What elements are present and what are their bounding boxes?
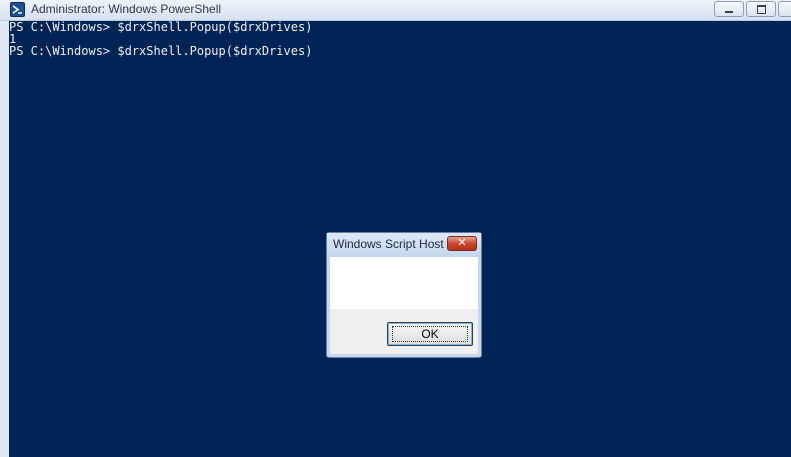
ok-button[interactable]: OK bbox=[387, 322, 473, 346]
console-output: PS C:\Windows> $drxShell.Popup($drxDrive… bbox=[9, 21, 312, 57]
dialog-title: Windows Script Host bbox=[333, 237, 444, 251]
powershell-icon[interactable] bbox=[10, 2, 25, 17]
maximize-button[interactable] bbox=[746, 1, 776, 17]
dialog-footer: OK bbox=[330, 309, 478, 354]
dialog-close-button[interactable]: ✕ bbox=[447, 236, 477, 251]
console-line: PS C:\Windows> $drxShell.Popup($drxDrive… bbox=[9, 20, 313, 34]
minimize-button[interactable] bbox=[714, 1, 744, 17]
close-button[interactable] bbox=[778, 1, 791, 17]
close-icon: ✕ bbox=[457, 236, 467, 249]
popup-dialog: Windows Script Host ✕ OK bbox=[326, 232, 482, 358]
console-line: PS C:\Windows> $drxShell.Popup($drxDrive… bbox=[9, 44, 313, 58]
window-title: Administrator: Windows PowerShell bbox=[31, 2, 222, 16]
dialog-message-area bbox=[330, 257, 478, 309]
dialog-title-bar[interactable]: Windows Script Host ✕ bbox=[327, 233, 481, 257]
title-bar[interactable]: Administrator: Windows PowerShell bbox=[0, 0, 791, 21]
powershell-window: Administrator: Windows PowerShell PS C:\… bbox=[0, 0, 791, 457]
focus-rectangle bbox=[392, 326, 468, 342]
